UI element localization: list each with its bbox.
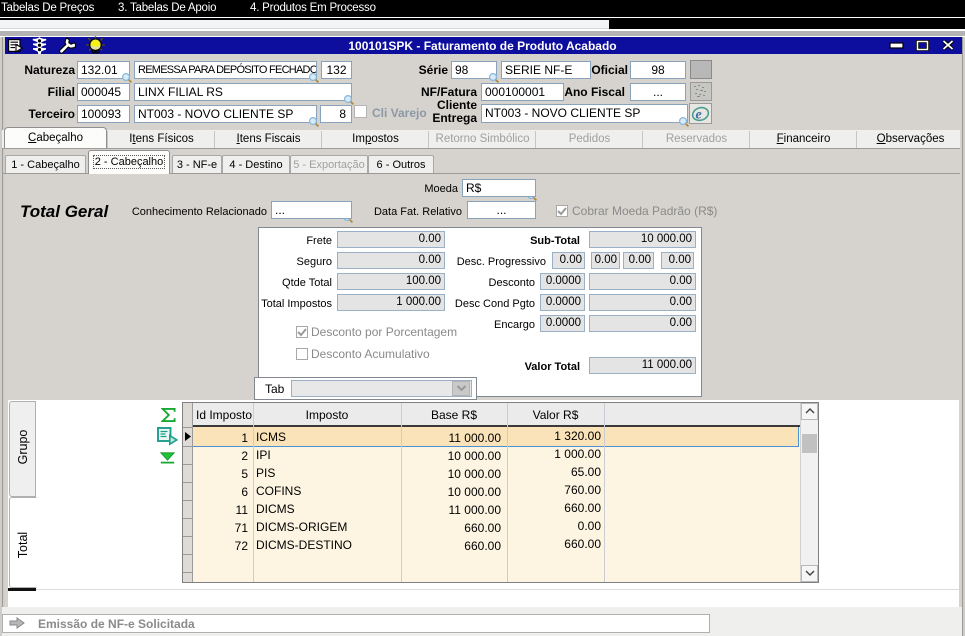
svg-text:e: e: [696, 108, 702, 123]
